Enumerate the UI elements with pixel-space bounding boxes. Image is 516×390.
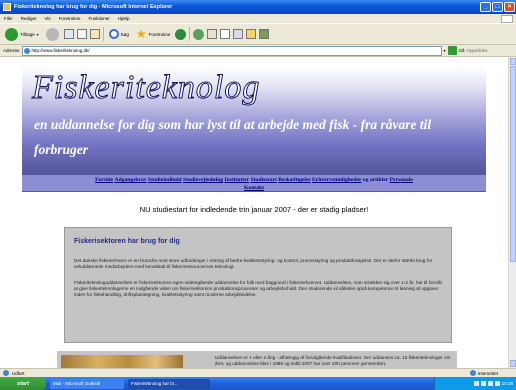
tray-icon[interactable]	[487, 381, 493, 386]
taskbar-item-outlook[interactable]: Mail - Microsoft Outlook	[50, 378, 124, 389]
nav-og-artikler: og artikler	[362, 177, 389, 183]
nav-studieindhold[interactable]: Studieindhold	[148, 177, 182, 183]
browser-toolbar: Tilbage ▾ Søg ★ Foretrukne	[0, 23, 516, 45]
address-bar: Adresse http://www.fiskeriteknolog.dk/ ▾…	[0, 45, 516, 57]
menu-view[interactable]: Vis	[45, 16, 51, 21]
tray-icon[interactable]	[494, 381, 500, 386]
back-label: Tilbage	[20, 31, 35, 37]
address-label: Adresse	[3, 48, 20, 53]
ie-app-icon	[3, 3, 11, 11]
nav-studievejledning[interactable]: Studievejledning	[183, 177, 223, 183]
messenger-icon[interactable]	[259, 29, 270, 39]
address-input[interactable]: http://www.fiskeriteknolog.dk/	[21, 45, 442, 56]
menu-bar: Filer Rediger Vis Foretrukne Funktioner …	[0, 14, 516, 23]
home-icon[interactable]	[89, 29, 100, 39]
back-arrow-icon	[5, 27, 18, 41]
menu-tools[interactable]: Funktioner	[88, 16, 109, 21]
nav-studiestart[interactable]: Studiestart	[250, 177, 276, 183]
menu-edit[interactable]: Rediger	[21, 16, 37, 21]
windows-logo-icon	[501, 14, 513, 23]
lower-text: Uddannelsen er 1 eller 2 årig - afhængig…	[215, 355, 451, 366]
window-title: Fiskeriteknolog har brug for dig - Micro…	[14, 4, 173, 10]
folder-icon[interactable]	[246, 29, 257, 39]
search-icon	[108, 29, 119, 39]
lower-box: Uddannelsen er 1 eller 2 årig - afhængig…	[57, 351, 457, 368]
address-url: http://www.fiskeriteknolog.dk/	[31, 48, 90, 53]
nav-personale[interactable]: Personale	[390, 177, 413, 183]
forward-arrow-icon	[45, 27, 59, 41]
close-button[interactable]: ×	[504, 2, 515, 12]
window-titlebar: Fiskeriteknolog har brug for dig - Micro…	[0, 0, 516, 14]
address-dropdown-icon[interactable]: ▾	[444, 48, 446, 53]
media-icon[interactable]	[175, 28, 187, 40]
back-button[interactable]: Tilbage ▾	[3, 26, 41, 42]
menu-help[interactable]: Hjælp	[118, 16, 130, 21]
search-button[interactable]: Søg	[107, 26, 131, 42]
status-page-icon	[3, 370, 9, 376]
site-nav: Forside Adgangskrav Studieindhold Studie…	[22, 174, 486, 192]
clock: 10:28	[501, 381, 513, 386]
mail-icon[interactable]	[207, 29, 218, 39]
forward-button[interactable]	[44, 26, 61, 42]
minimize-button[interactable]: _	[480, 2, 491, 12]
go-arrow-icon[interactable]	[447, 46, 457, 55]
status-bar: Udført Internettet	[0, 368, 516, 377]
tray-icon[interactable]	[473, 381, 479, 386]
taskbar: start Mail - Microsoft Outlook Fiskerite…	[0, 377, 516, 390]
site-header: Fiskeriteknolog en uddannelse for dig so…	[22, 66, 486, 174]
page-viewport: Fiskeriteknolog en uddannelse for dig so…	[0, 57, 508, 368]
nav-kontakt[interactable]: Kontakt	[244, 185, 264, 191]
info-title: Fiskerisektoren har brug for dig	[74, 238, 180, 245]
nav-erhvervsmuligheder[interactable]: Erhvervsmuligheder	[312, 177, 361, 183]
nav-beskaeftigelse[interactable]: Beskæftigelse	[278, 177, 310, 183]
maximize-button[interactable]: □	[492, 2, 503, 12]
nav-institutter[interactable]: Institutter	[225, 177, 250, 183]
back-dropdown-icon[interactable]: ▾	[37, 32, 39, 37]
stop-icon[interactable]	[63, 29, 74, 39]
scroll-up-icon[interactable]	[510, 58, 516, 65]
favorites-button[interactable]: ★ Foretrukne	[134, 26, 173, 42]
status-zone: Internettet	[469, 370, 498, 376]
nav-adgangskrav[interactable]: Adgangskrav	[115, 177, 147, 183]
search-label: Søg	[120, 31, 129, 37]
info-box: Fiskerisektoren har brug for dig Det dan…	[64, 227, 452, 343]
refresh-icon[interactable]	[76, 29, 87, 39]
go-label[interactable]: Gå	[459, 48, 465, 53]
vertical-scrollbar[interactable]	[508, 57, 516, 368]
status-text: Udført	[12, 370, 25, 376]
announcement: NU studiestart for indledende trin janua…	[139, 205, 369, 214]
star-icon: ★	[135, 27, 147, 41]
nav-forside[interactable]: Forside	[95, 177, 113, 183]
menu-file[interactable]: Filer	[4, 16, 13, 21]
tray-icon[interactable]	[480, 381, 486, 386]
scroll-thumb[interactable]	[510, 66, 516, 262]
status-zone-text: Internettet	[477, 370, 498, 376]
start-button[interactable]: start	[0, 377, 46, 390]
fishery-photo	[61, 355, 183, 368]
internet-zone-icon	[469, 370, 476, 376]
links-label[interactable]: Hyperlinks	[467, 48, 488, 53]
site-tagline: en uddannelse for dig som har lyst til a…	[34, 117, 432, 157]
print-icon[interactable]	[220, 29, 231, 39]
toolbar-separator	[102, 27, 104, 41]
taskbar-item-ie[interactable]: Fiskeriteknolog har br...	[128, 378, 210, 389]
scroll-down-icon[interactable]	[510, 360, 516, 367]
menu-favorites[interactable]: Foretrukne	[59, 16, 81, 21]
edit-icon[interactable]	[233, 29, 244, 39]
info-paragraph-2: Fiskeriteknologuddannelsen er fiskerisek…	[74, 280, 442, 297]
favorites-label: Foretrukne	[148, 31, 171, 37]
system-tray: 10:28	[434, 377, 516, 390]
info-paragraph-1: Det danske fiskerierhverv er en branche …	[74, 258, 433, 269]
toolbar-separator	[189, 27, 191, 41]
site-title: Fiskeriteknolog	[31, 69, 261, 106]
page-icon	[23, 47, 30, 54]
history-icon[interactable]	[193, 28, 205, 40]
